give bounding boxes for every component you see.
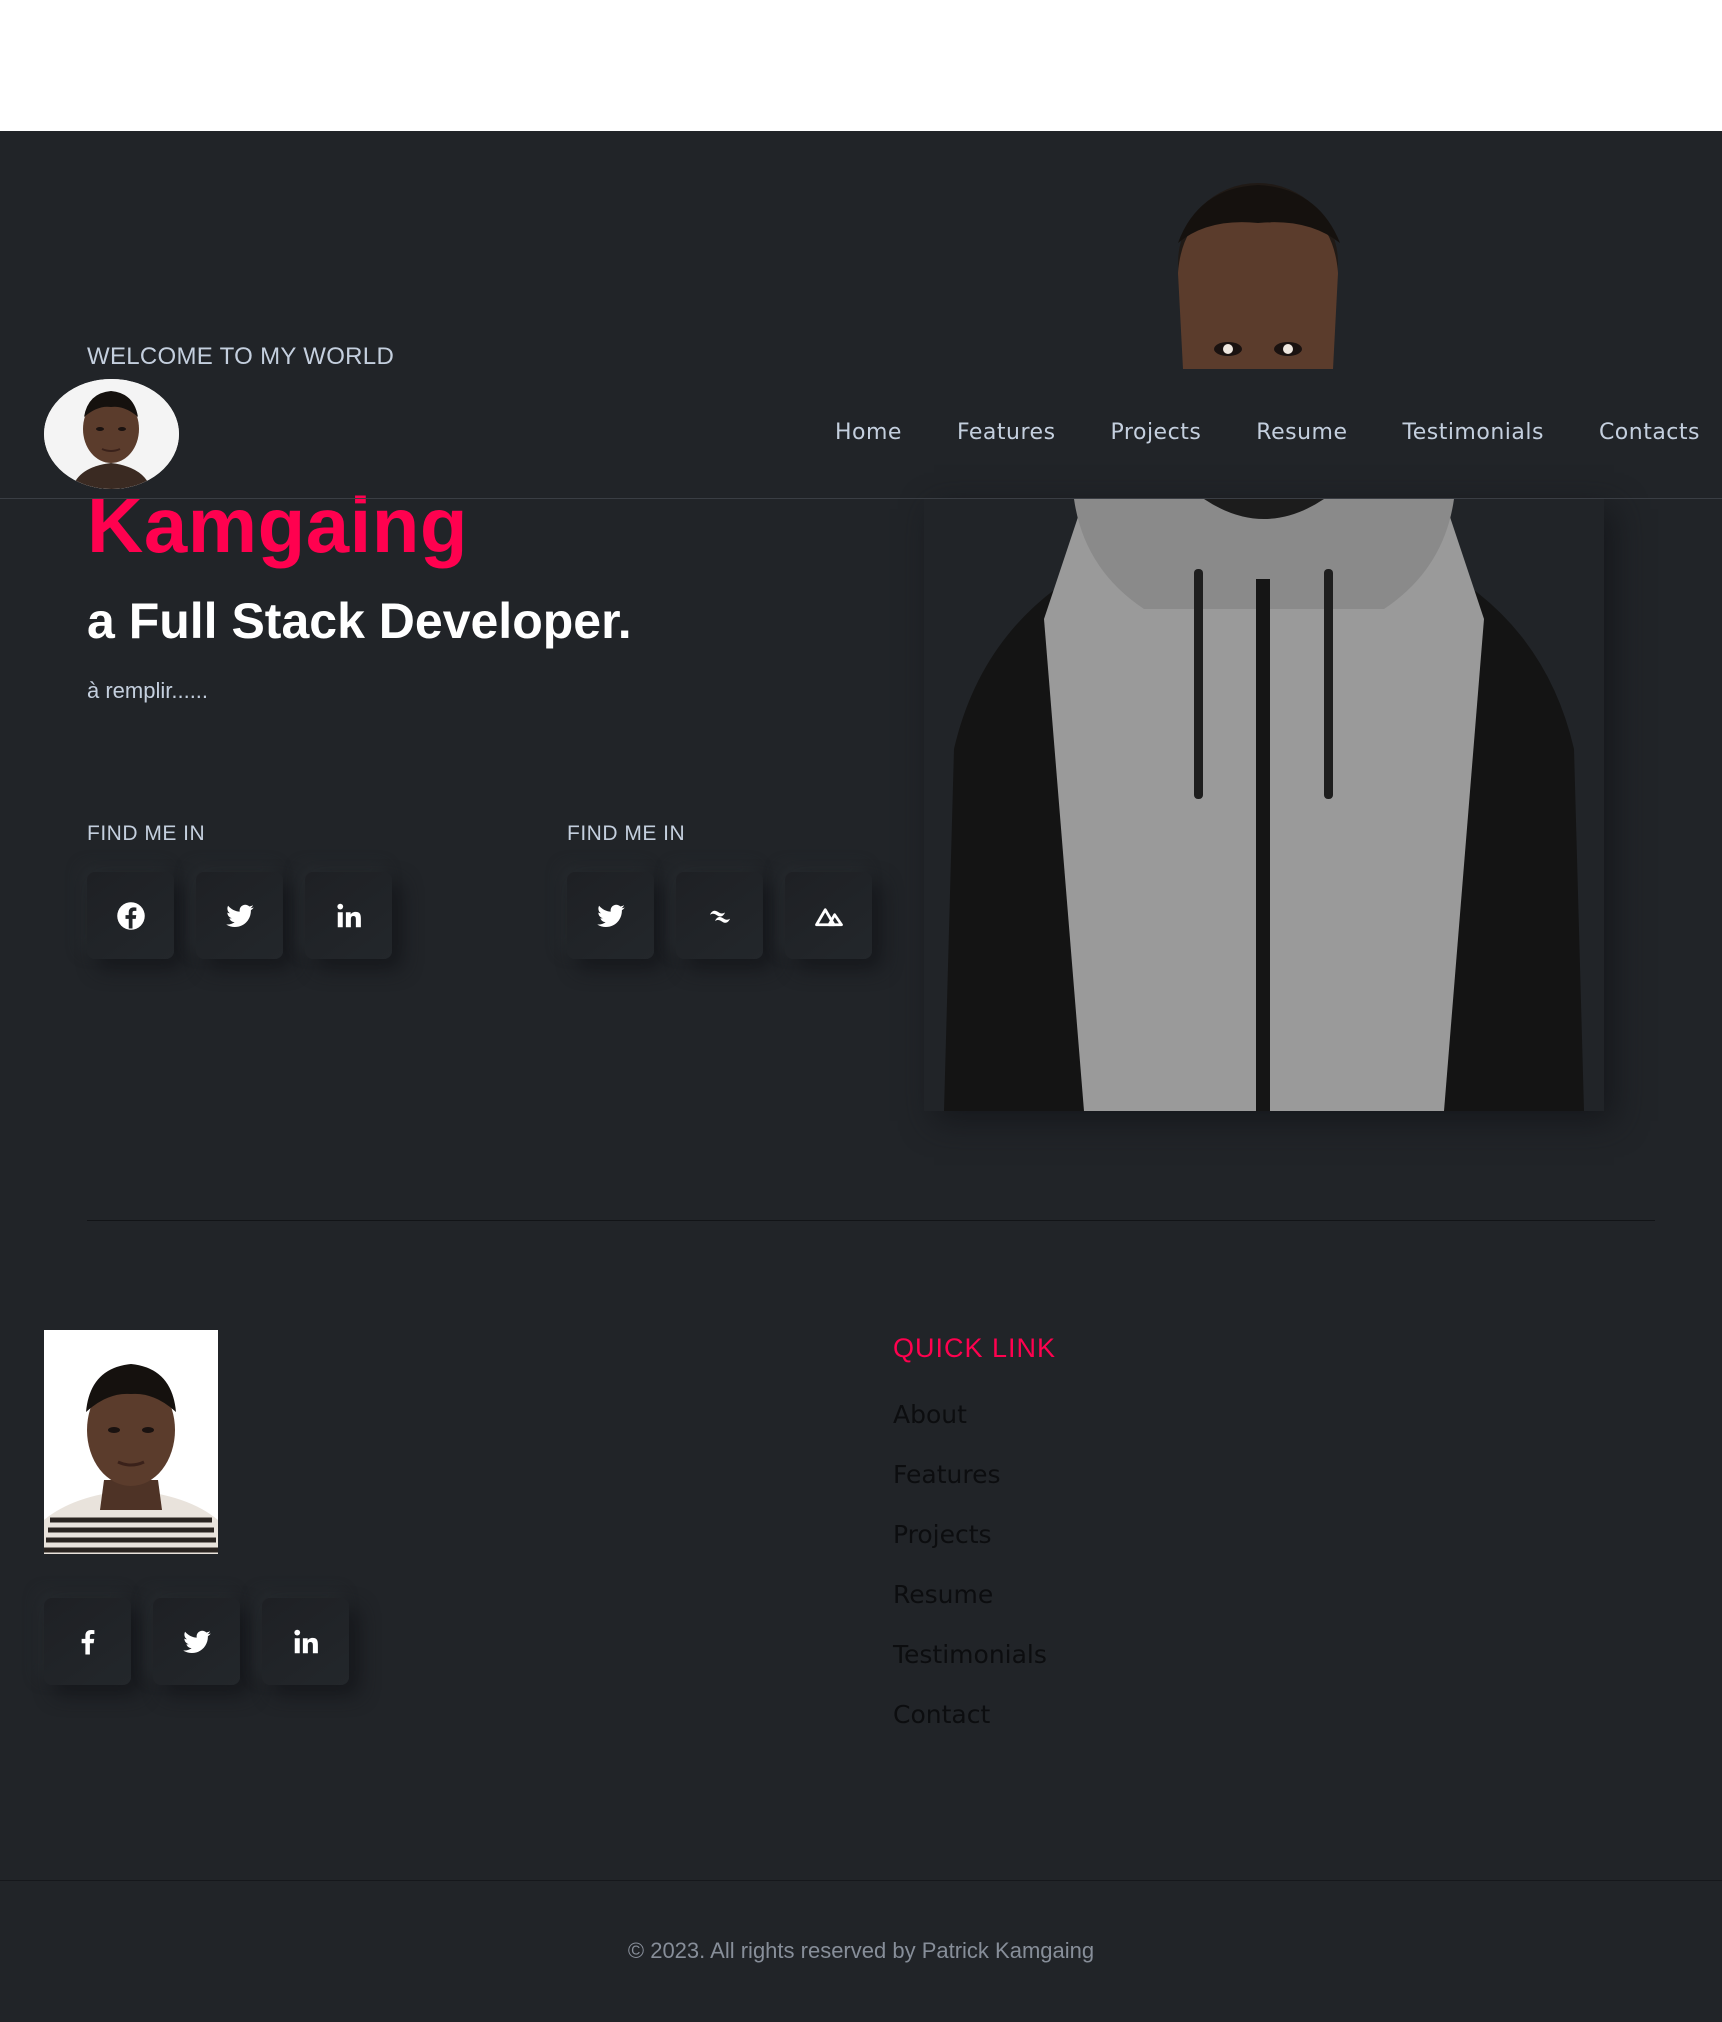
nav-contacts[interactable]: Contacts: [1599, 420, 1700, 445]
quick-link-features[interactable]: Features: [893, 1460, 1001, 1489]
page: WELCOME TO MY WORLD Kamgaing Home Featur…: [0, 0, 1722, 2022]
copyright-text: © 2023. All rights reserved by Patrick K…: [627, 1938, 1095, 1963]
footer-profile-photo: [44, 1330, 218, 1554]
twitter-icon: [225, 904, 254, 927]
facebook-f-icon: [81, 1629, 94, 1654]
nav-projects[interactable]: Projects: [1111, 420, 1202, 445]
linkedin-icon: [336, 903, 361, 927]
quick-link-title: QUICK LINK: [893, 1333, 1057, 1363]
find-me-label: FIND ME IN: [87, 822, 206, 845]
footer-social-links: [44, 1598, 349, 1685]
footer-linkedin-button[interactable]: [262, 1598, 349, 1685]
list-item: Features: [893, 1460, 1047, 1520]
social-links-secondary: [567, 872, 872, 959]
twitter-icon: [182, 1630, 211, 1653]
list-item: Testimonials: [893, 1640, 1047, 1700]
twitter-button[interactable]: [196, 872, 283, 959]
hero-description: à remplir......: [87, 678, 209, 703]
quick-link-resume[interactable]: Resume: [893, 1580, 993, 1609]
nav-resume[interactable]: Resume: [1256, 420, 1347, 445]
portrait-image: [924, 499, 1604, 1111]
nav-home[interactable]: Home: [835, 420, 902, 445]
section-divider: [87, 1220, 1655, 1221]
facebook-button[interactable]: [87, 872, 174, 959]
facebook-icon: [116, 901, 145, 930]
nav-testimonials[interactable]: Testimonials: [1403, 420, 1544, 445]
footer-facebook-button[interactable]: [44, 1598, 131, 1685]
quick-link-list: About Features Projects Resume Testimoni…: [893, 1400, 1047, 1760]
social-links-primary: [87, 872, 392, 959]
list-item: About: [893, 1400, 1047, 1460]
welcome-text: WELCOME TO MY WORLD: [87, 343, 395, 370]
quick-link-testimonials[interactable]: Testimonials: [893, 1640, 1047, 1669]
find-me-label-secondary: FIND ME IN: [567, 822, 686, 845]
nuxt-icon: [814, 907, 843, 926]
linkedin-button[interactable]: [305, 872, 392, 959]
top-blank-area: [0, 0, 1722, 131]
list-item: Resume: [893, 1580, 1047, 1640]
hero-role: a Full Stack Developer.: [87, 593, 632, 649]
tailwind-icon: [709, 910, 730, 923]
quick-link-about[interactable]: About: [893, 1400, 967, 1429]
portrait-head-image: [1158, 183, 1358, 369]
tailwind-button[interactable]: [676, 872, 763, 959]
twitter-button-secondary[interactable]: [567, 872, 654, 959]
list-item: Contact: [893, 1700, 1047, 1760]
quick-link-projects[interactable]: Projects: [893, 1520, 992, 1549]
twitter-icon: [596, 904, 625, 927]
linkedin-icon: [293, 1629, 318, 1653]
main-nav: Home Features Projects Resume Testimonia…: [835, 420, 1700, 445]
nav-features[interactable]: Features: [957, 420, 1056, 445]
list-item: Projects: [893, 1520, 1047, 1580]
nuxt-button[interactable]: [785, 872, 872, 959]
footer-twitter-button[interactable]: [153, 1598, 240, 1685]
quick-link-contact[interactable]: Contact: [893, 1700, 990, 1729]
logo-avatar[interactable]: [44, 379, 179, 489]
